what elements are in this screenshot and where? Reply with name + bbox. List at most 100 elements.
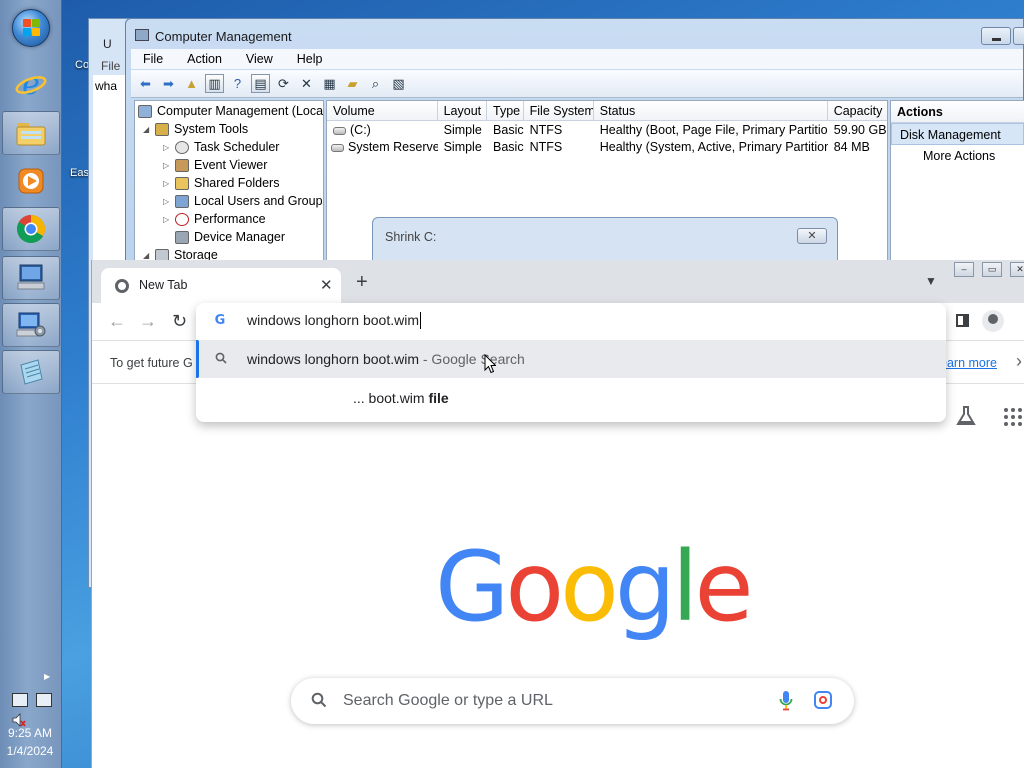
menu-action[interactable]: Action (175, 52, 234, 66)
delete-icon[interactable]: ✕ (297, 74, 316, 93)
tree-item-performance[interactable]: ▷ Performance (163, 210, 266, 228)
desktop-icon-label[interactable]: Eas (70, 167, 89, 179)
table-row[interactable]: (C:) Simple Basic NTFS Healthy (Boot, Pa… (327, 122, 887, 139)
collapsed-arrow-icon[interactable]: ▷ (163, 197, 175, 206)
up-folder-icon[interactable]: ▲ (182, 74, 201, 93)
tree-item-computer-management[interactable]: Computer Management (Local (138, 102, 323, 120)
profile-avatar-icon[interactable] (982, 310, 1004, 332)
network-icon[interactable] (36, 693, 52, 707)
clock-date[interactable]: 1/4/2024 (0, 744, 60, 758)
refresh-icon[interactable]: ⟳ (274, 74, 293, 93)
expanded-arrow-icon[interactable]: ◢ (143, 125, 155, 134)
suggestion-boot-wim-file[interactable]: ... boot.wim file (196, 379, 946, 417)
infobar-learn-more-link[interactable]: earn more (940, 356, 997, 370)
volume-muted-icon[interactable] (12, 713, 26, 727)
internet-explorer-icon: e (15, 67, 47, 101)
forward-arrow-icon[interactable]: → (139, 311, 157, 332)
window-restore-button[interactable]: ▭ (982, 262, 1002, 277)
menu-view[interactable]: View (234, 52, 285, 66)
google-lens-icon[interactable] (814, 691, 832, 709)
tree-item-local-users-and-groups[interactable]: ▷ Local Users and Groups (163, 192, 323, 210)
taskbar-windows-explorer[interactable] (2, 111, 60, 155)
computer-icon (138, 104, 152, 118)
help-icon[interactable]: ? (228, 74, 247, 93)
new-tab-button[interactable]: + (356, 271, 368, 294)
more-actions-link[interactable]: More Actions (891, 145, 1024, 167)
taskbar-computer-management[interactable] (2, 303, 60, 347)
window-minimize-button[interactable]: – (954, 262, 974, 277)
computer-management-titlebar[interactable]: Computer Management (126, 19, 1024, 49)
properties-icon[interactable]: ▦ (320, 74, 339, 93)
show-hide-action-pane-icon[interactable]: ▤ (251, 74, 270, 93)
window-close-button[interactable]: ✕ (1010, 262, 1024, 277)
open-folder-icon[interactable]: ▰ (343, 74, 362, 93)
actions-disk-management[interactable]: Disk Management (891, 123, 1024, 145)
omnibox[interactable]: G windows longhorn boot.wim (196, 303, 946, 339)
table-row[interactable]: System Reserved Simple Basic NTFS Health… (327, 139, 887, 156)
mouse-cursor-icon (484, 354, 496, 374)
forward-arrow-icon[interactable]: ➡ (159, 74, 178, 93)
reload-icon[interactable]: ↻ (172, 311, 187, 332)
column-file-system[interactable]: File System (524, 101, 594, 121)
text-caret (420, 312, 421, 329)
google-g-icon: G (214, 313, 226, 328)
collapsed-arrow-icon[interactable]: ▷ (163, 143, 175, 152)
column-volume[interactable]: Volume (327, 101, 438, 121)
collapsed-arrow-icon[interactable]: ▷ (163, 179, 175, 188)
search-icon[interactable]: ⌕ (366, 74, 385, 93)
tree-item-task-scheduler[interactable]: ▷ Task Scheduler (163, 138, 279, 156)
cell-file-system: NTFS (529, 140, 563, 154)
shrink-dialog-close-button[interactable]: ✕ (797, 228, 827, 244)
background-window-menu-file[interactable]: File (101, 59, 120, 73)
omnibox-input[interactable]: windows longhorn boot.wim (247, 312, 747, 328)
back-arrow-icon[interactable]: ⬅ (136, 74, 155, 93)
collapsed-arrow-icon[interactable]: ▷ (163, 215, 175, 224)
minimize-button[interactable] (981, 27, 1011, 45)
notepad-icon (20, 359, 43, 385)
taskbar-remote-desktop[interactable] (2, 256, 60, 300)
expanded-arrow-icon[interactable]: ◢ (143, 251, 155, 260)
microphone-icon[interactable] (779, 690, 793, 712)
google-logo-letter: g (614, 531, 676, 643)
clock-time[interactable]: 9:25 AM (0, 726, 60, 740)
tab-search-chevron-icon[interactable]: ▼ (925, 274, 937, 288)
tree-item-shared-folders[interactable]: ▷ Shared Folders (163, 174, 279, 192)
tree-item-system-tools[interactable]: ◢ System Tools (143, 120, 248, 138)
ntp-search-box[interactable]: Search Google or type a URL (291, 678, 854, 724)
desktop-icon-label[interactable]: Co (75, 59, 89, 71)
column-layout[interactable]: Layout (438, 101, 488, 121)
taskbar-notepad[interactable] (2, 350, 60, 394)
tree-item-event-viewer[interactable]: ▷ Event Viewer (163, 156, 267, 174)
side-panel-icon[interactable] (956, 314, 969, 327)
labs-flask-icon[interactable] (955, 405, 977, 427)
action-center-flag-icon[interactable] (12, 693, 28, 707)
collapsed-arrow-icon[interactable]: ▷ (163, 161, 175, 170)
google-apps-icon[interactable] (1004, 408, 1022, 426)
tab-close-button[interactable]: ✕ (320, 276, 333, 294)
google-logo-letter: G (435, 531, 509, 643)
performance-icon (175, 212, 189, 226)
column-type[interactable]: Type (487, 101, 524, 121)
tree-item-label: Performance (194, 212, 266, 226)
show-hidden-icons-arrow[interactable]: ▶ (44, 672, 50, 681)
start-button[interactable] (12, 9, 50, 47)
show-hide-console-tree-icon[interactable]: ▥ (205, 74, 224, 93)
taskbar-google-chrome[interactable] (2, 207, 60, 251)
tree-item-label: Device Manager (194, 230, 286, 244)
column-status[interactable]: Status (594, 101, 828, 121)
suggestion-google-search[interactable]: windows longhorn boot.wim - Google Searc… (196, 340, 946, 378)
tab-new-tab[interactable]: New Tab ✕ (101, 268, 341, 303)
taskbar-media-player[interactable] (2, 159, 60, 203)
actions-pane: Actions Disk Management More Actions (890, 100, 1024, 269)
computer-management-window[interactable]: Computer Management File Action View Hel… (125, 18, 1024, 277)
menu-help[interactable]: Help (285, 52, 335, 66)
disk-properties-icon[interactable]: ▧ (389, 74, 408, 93)
tree-item-device-manager[interactable]: Device Manager (175, 228, 285, 246)
chevron-right-icon[interactable]: › (1016, 351, 1022, 372)
maximize-button[interactable] (1013, 27, 1024, 45)
menu-file[interactable]: File (131, 52, 175, 66)
back-arrow-icon[interactable]: ← (108, 311, 126, 332)
column-capacity[interactable]: Capacity (828, 101, 887, 121)
taskbar-internet-explorer[interactable]: e (2, 62, 60, 106)
console-tree: Computer Management (Local ◢ System Tool… (134, 100, 324, 269)
